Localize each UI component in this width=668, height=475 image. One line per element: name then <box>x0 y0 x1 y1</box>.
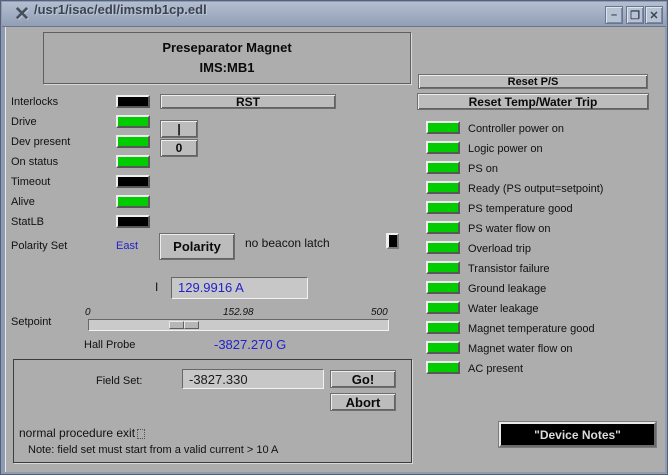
indicator-logic-power <box>426 141 460 154</box>
beacon-latch-status: no beacon latch <box>245 236 330 250</box>
indicator-ac-present <box>426 361 460 374</box>
indicator-ps-temp <box>426 201 460 214</box>
device-title-box: Preseparator Magnet IMS:MB1 <box>43 32 411 84</box>
indicator-statlb <box>116 215 150 228</box>
device-name: IMS:MB1 <box>44 60 410 75</box>
label-magnet-temp: Magnet temperature good <box>468 323 595 335</box>
procedure-status: normal procedure exit <box>19 426 145 440</box>
label-alive: Alive <box>11 196 35 208</box>
current-label: I <box>155 280 158 294</box>
window-title: /usr1/isac/edl/imsmb1cp.edl <box>34 2 207 27</box>
close-button[interactable]: ✕ <box>645 6 663 24</box>
reset-temp-water-button[interactable]: Reset Temp/Water Trip <box>417 93 649 110</box>
indicator-drive <box>116 115 150 128</box>
maximize-button[interactable]: ❒ <box>626 6 644 24</box>
label-drive: Drive <box>11 116 37 128</box>
label-interlocks: Interlocks <box>11 96 58 108</box>
device-title: Preseparator Magnet <box>44 40 410 55</box>
polarity-set-label: Polarity Set <box>11 240 67 252</box>
indicator-overload <box>426 241 460 254</box>
label-ps-temp: PS temperature good <box>468 203 573 215</box>
go-button[interactable]: Go! <box>330 370 396 388</box>
slider-scale-value: 152.98 <box>223 307 254 318</box>
indicator-magnet-temp <box>426 321 460 334</box>
indicator-water-leak <box>426 301 460 314</box>
window-titlebar[interactable]: ✕ /usr1/isac/edl/imsmb1cp.edl – ❒ ✕ <box>2 2 666 27</box>
device-notes-button[interactable]: "Device Notes" <box>499 422 656 447</box>
indicator-on-status <box>116 155 150 168</box>
label-controller-power: Controller power on <box>468 123 564 135</box>
setpoint-slider-track[interactable] <box>88 319 389 331</box>
indicator-controller-power <box>426 121 460 134</box>
on-button[interactable]: | <box>160 120 198 138</box>
field-set-box: Field Set: Go! Abort normal procedure ex… <box>13 359 412 463</box>
indicator-timeout <box>116 175 150 188</box>
polarity-value: East <box>116 240 138 252</box>
panel-content: Preseparator Magnet IMS:MB1 Interlocks D… <box>5 27 665 472</box>
setpoint-slider-thumb[interactable] <box>169 321 199 329</box>
indicator-ground-leak <box>426 281 460 294</box>
label-water-leak: Water leakage <box>468 303 539 315</box>
setpoint-label: Setpoint <box>11 316 51 328</box>
label-ps-on: PS on <box>468 163 498 175</box>
polarity-button[interactable]: Polarity <box>159 233 235 260</box>
label-ready: Ready (PS output=setpoint) <box>468 183 603 195</box>
indicator-ps-on <box>426 161 460 174</box>
current-readback: 129.9916 A <box>171 277 308 299</box>
indicator-transistor <box>426 261 460 274</box>
label-magnet-water: Magnet water flow on <box>468 343 573 355</box>
label-transistor: Transistor failure <box>468 263 550 275</box>
label-ps-water: PS water flow on <box>468 223 551 235</box>
label-timeout: Timeout <box>11 176 50 188</box>
indicator-alive <box>116 195 150 208</box>
hall-probe-label: Hall Probe <box>84 339 135 351</box>
off-button[interactable]: 0 <box>160 139 198 157</box>
rst-button[interactable]: RST <box>160 94 336 109</box>
indicator-interlocks <box>116 95 150 108</box>
field-set-label: Field Set: <box>96 375 142 387</box>
indicator-dev-present <box>116 135 150 148</box>
label-ac-present: AC present <box>468 363 523 375</box>
indicator-ready <box>426 181 460 194</box>
slider-scale-max: 500 <box>371 307 388 318</box>
label-statlb: StatLB <box>11 216 44 228</box>
app-x-icon: ✕ <box>11 3 33 26</box>
minimize-button[interactable]: – <box>605 6 623 24</box>
beacon-indicator <box>386 233 399 249</box>
abort-button[interactable]: Abort <box>330 393 396 411</box>
indicator-ps-water <box>426 221 460 234</box>
field-set-note: Note: field set must start from a valid … <box>28 444 278 456</box>
indicator-magnet-water <box>426 341 460 354</box>
label-overload: Overload trip <box>468 243 531 255</box>
hall-probe-value: -3827.270 G <box>214 337 286 352</box>
label-logic-power: Logic power on <box>468 143 543 155</box>
field-set-input[interactable] <box>182 369 324 389</box>
cursor-box <box>137 429 145 439</box>
label-dev-present: Dev present <box>11 136 70 148</box>
label-on-status: On status <box>11 156 58 168</box>
label-ground-leak: Ground leakage <box>468 283 546 295</box>
reset-ps-button[interactable]: Reset P/S <box>418 74 648 89</box>
edm-window: ✕ /usr1/isac/edl/imsmb1cp.edl – ❒ ✕ Pres… <box>0 0 668 475</box>
slider-scale-min: 0 <box>85 307 91 318</box>
